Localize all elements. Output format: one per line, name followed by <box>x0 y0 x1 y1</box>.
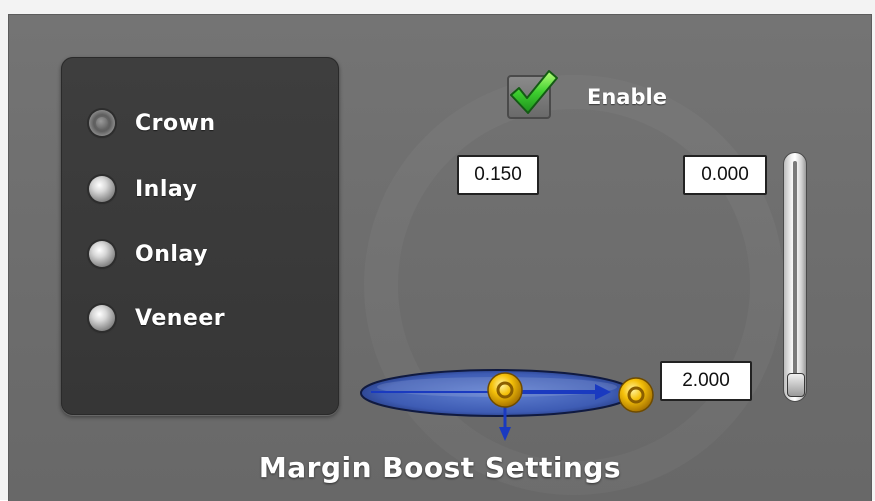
enable-checkbox[interactable] <box>507 70 558 119</box>
prep-type-radio-group: Crown Inlay Onlay Veneer <box>61 57 339 415</box>
radio-inlay[interactable]: Inlay <box>89 171 197 207</box>
center-handle-icon[interactable] <box>487 372 523 408</box>
margin-boost-panel: Crown Inlay Onlay Veneer Enable 0.150 0.… <box>8 14 872 501</box>
vertical-slider[interactable] <box>783 152 807 402</box>
slider-thumb[interactable] <box>787 373 805 397</box>
enable-toggle[interactable]: Enable <box>507 70 667 119</box>
radio-button-selected-icon[interactable] <box>89 110 115 136</box>
slider-groove <box>793 161 797 387</box>
right-value-field[interactable] <box>683 155 767 195</box>
radio-button-icon[interactable] <box>89 241 115 267</box>
window-frame: Crown Inlay Onlay Veneer Enable 0.150 0.… <box>0 0 875 501</box>
margin-diagram <box>360 369 654 441</box>
bottom-value-field[interactable] <box>660 361 752 401</box>
left-value-field[interactable] <box>457 155 539 195</box>
radio-button-icon[interactable] <box>89 305 115 331</box>
radio-crown[interactable]: Crown <box>89 105 216 141</box>
radio-label-crown: Crown <box>135 110 216 136</box>
radio-onlay[interactable]: Onlay <box>89 236 208 272</box>
radio-label-inlay: Inlay <box>135 176 198 202</box>
radio-label-veneer: Veneer <box>135 305 226 331</box>
enable-label: Enable <box>587 85 667 109</box>
radio-button-icon[interactable] <box>89 176 115 202</box>
panel-title: Margin Boost Settings <box>258 451 622 484</box>
checkmark-icon <box>510 70 558 114</box>
radio-veneer[interactable]: Veneer <box>89 300 225 336</box>
edge-handle-icon[interactable] <box>618 377 654 413</box>
radio-label-onlay: Onlay <box>135 241 208 267</box>
